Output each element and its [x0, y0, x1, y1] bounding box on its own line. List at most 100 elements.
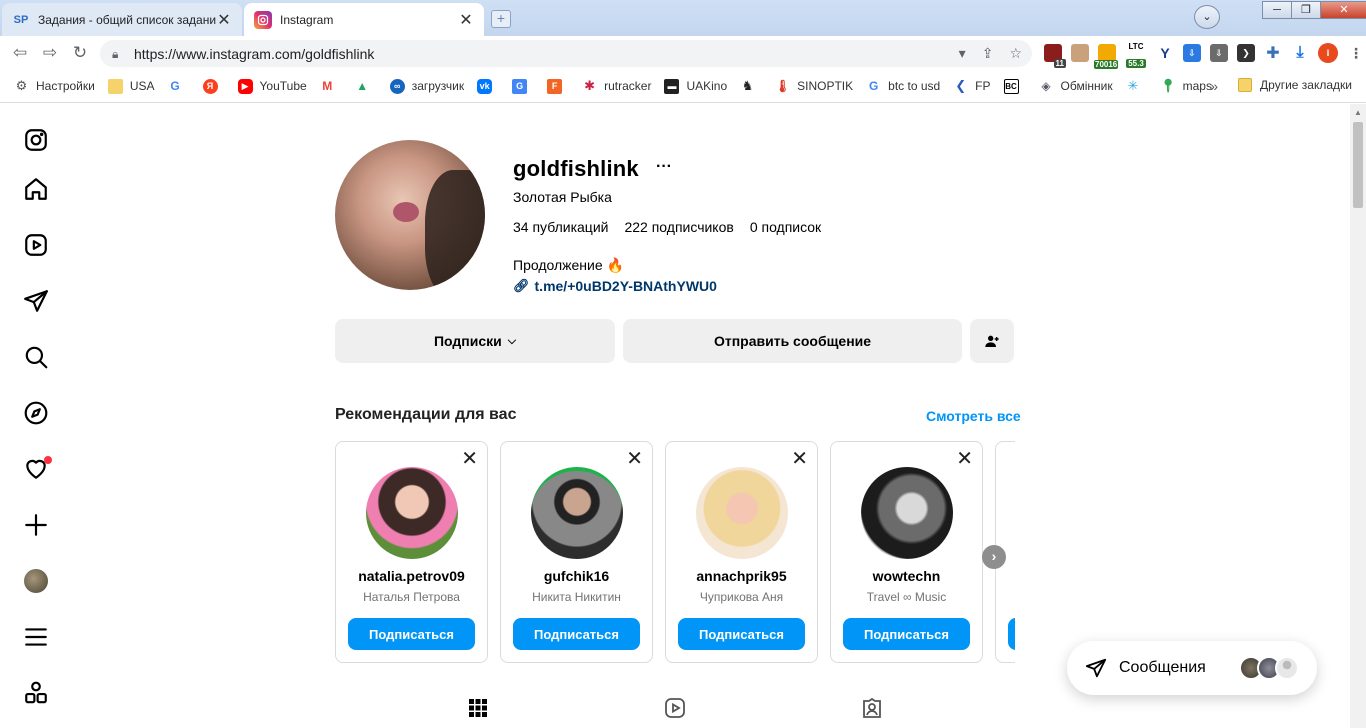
following-button[interactable]: Подписки ⌵ [335, 319, 615, 363]
bookmarks-overflow-icon[interactable]: » [1210, 78, 1218, 94]
bookmark-youtube[interactable]: ▶ YouTube [237, 78, 307, 94]
bitcoin-icon[interactable]: 70016 [1094, 44, 1119, 69]
extensions-puzzle-icon[interactable]: ✚ [1264, 44, 1282, 62]
star-icon[interactable]: ☆ [1009, 45, 1022, 62]
bookmark-google[interactable]: G [168, 79, 190, 94]
downloads-icon[interactable]: ⤓ [1291, 44, 1309, 62]
download-helper-icon[interactable]: ⇩ [1183, 44, 1201, 62]
share-icon[interactable]: ⇪ [982, 45, 994, 62]
bookmark-translate[interactable]: G [512, 78, 534, 94]
suggestion-card: ✕ wowtechn Travel ∞ Music Подписаться [830, 441, 983, 663]
avatar[interactable] [366, 467, 458, 559]
vpn-icon[interactable]: Y [1156, 44, 1174, 62]
bookmark-bc[interactable]: BC [1003, 78, 1026, 94]
posts-grid-icon[interactable] [466, 696, 490, 720]
bookmark-yandex[interactable]: Я [202, 78, 225, 94]
minimize-button[interactable]: ─ [1262, 1, 1292, 19]
bookmark-fp[interactable]: ❮ FP [953, 78, 990, 94]
bookmark-usa[interactable]: USA [107, 78, 155, 94]
suggest-users-button[interactable] [970, 319, 1014, 363]
other-bookmarks[interactable]: Другие закладки [1238, 78, 1352, 92]
bookmark-chess[interactable]: ♞ [740, 78, 762, 94]
chrome-menu-icon[interactable]: ⋮ [1347, 44, 1365, 62]
scroll-up-icon[interactable]: ▲ [1354, 108, 1362, 117]
tagged-tab-icon[interactable] [860, 696, 884, 720]
extension-icon[interactable] [1071, 44, 1089, 62]
see-all-link[interactable]: Смотреть все [926, 408, 1021, 424]
browser-tab-tasks[interactable]: SP Задания - общий список заданий ✕ [2, 3, 242, 36]
reels-tab-icon[interactable] [663, 696, 687, 720]
home-icon[interactable] [22, 175, 50, 203]
instagram-logo-icon[interactable] [22, 126, 50, 154]
close-window-button[interactable]: ✕ [1320, 1, 1366, 19]
bookmark-sinoptik[interactable]: 🌡︎ SINOPTIK [775, 79, 853, 94]
reels-icon[interactable] [22, 231, 50, 259]
bookmark-gmail[interactable]: M [320, 79, 342, 94]
follow-button[interactable] [1008, 618, 1015, 650]
bookmark-drive[interactable]: ▲ [355, 79, 377, 94]
profile-avatar-icon[interactable]: I [1318, 43, 1338, 63]
search-icon[interactable] [22, 343, 50, 371]
create-plus-icon[interactable] [22, 511, 50, 539]
follow-button[interactable]: Подписаться [348, 618, 475, 650]
avatar[interactable] [531, 467, 623, 559]
close-tab-icon[interactable]: ✕ [458, 10, 474, 30]
close-tab-icon[interactable]: ✕ [216, 10, 232, 30]
extension-icon[interactable]: 11 [1044, 44, 1066, 68]
bookmark-downloader[interactable]: ∞ загрузчик [389, 78, 464, 94]
dismiss-icon[interactable]: ✕ [626, 446, 643, 471]
gmail-icon: M [322, 79, 333, 93]
menu-hamburger-icon[interactable] [22, 623, 50, 651]
bookmark-rutracker[interactable]: ✱ rutracker [582, 78, 651, 94]
suggestion-username[interactable]: wowtechn [831, 568, 982, 584]
reload-icon[interactable]: ↻ [66, 39, 94, 67]
posts-count[interactable]: 34 публикаций [513, 219, 608, 235]
messages-dock[interactable]: Сообщения [1067, 641, 1317, 695]
bookmark-kyivstar[interactable]: ✳ [1126, 78, 1148, 94]
forward-icon[interactable]: ⇨ [36, 39, 64, 67]
bookmark-maps[interactable]: 📍︎ maps [1160, 78, 1212, 94]
back-icon[interactable]: ⇦ [6, 39, 34, 67]
profile-link[interactable]: 🔗︎ t.me/+0uBD2Y-BNAthYWU0 [513, 278, 717, 294]
avatar-lips [393, 202, 419, 222]
profile-nav-avatar[interactable] [22, 567, 50, 595]
more-apps-icon[interactable] [22, 679, 50, 707]
bookmark-uakino[interactable]: ▬ UAKino [664, 78, 727, 94]
carousel-next-icon[interactable]: › [982, 545, 1006, 569]
maximize-button[interactable]: ❐ [1291, 1, 1321, 19]
direct-send-icon[interactable] [22, 287, 50, 315]
followers-count[interactable]: 222 подписчиков [624, 219, 733, 235]
terminal-icon[interactable]: ❯ [1237, 44, 1255, 62]
litecoin-icon[interactable]: LTC 55.3 [1125, 42, 1147, 68]
profile-avatar[interactable] [335, 140, 485, 290]
dismiss-icon[interactable]: ✕ [461, 446, 478, 471]
bookmark-btc-to-usd[interactable]: Gbtc to usd [866, 79, 940, 94]
follow-button[interactable]: Подписаться [513, 618, 640, 650]
following-count[interactable]: 0 подписок [750, 219, 821, 235]
browser-tab-instagram[interactable]: Instagram ✕ [244, 3, 484, 36]
bookmark-vk[interactable]: vk [477, 78, 499, 94]
bookmark-f[interactable]: F [547, 78, 569, 94]
bookmark-exchange[interactable]: ◈ Обмінник [1039, 79, 1112, 94]
suggestion-username[interactable]: annachprik95 [666, 568, 817, 584]
follow-button[interactable]: Подписаться [678, 618, 805, 650]
page-scrollbar[interactable]: ▲ [1350, 104, 1366, 728]
tab-search-button[interactable]: ⌄ [1194, 5, 1220, 29]
more-options-icon[interactable]: ··· [656, 158, 672, 176]
bookmark-settings[interactable]: ⚙ Настройки [14, 78, 95, 94]
suggestion-username[interactable]: gufchik16 [501, 568, 652, 584]
new-tab-button[interactable]: + [491, 10, 511, 28]
send-message-button[interactable]: Отправить сообщение [623, 319, 962, 363]
notifications-heart-icon[interactable] [22, 455, 52, 483]
avatar[interactable] [861, 467, 953, 559]
suggestion-username[interactable]: natalia.petrov09 [336, 568, 487, 584]
address-bar[interactable]: 🔒︎ https://www.instagram.com/goldfishlin… [100, 40, 1032, 67]
dropdown-icon[interactable]: ▾ [959, 45, 966, 62]
downloader-icon[interactable]: ⇩ [1210, 44, 1228, 62]
explore-compass-icon[interactable] [22, 399, 50, 427]
avatar[interactable] [696, 467, 788, 559]
dismiss-icon[interactable]: ✕ [956, 446, 973, 471]
dismiss-icon[interactable]: ✕ [791, 446, 808, 471]
follow-button[interactable]: Подписаться [843, 618, 970, 650]
scrollbar-thumb[interactable] [1353, 122, 1363, 208]
